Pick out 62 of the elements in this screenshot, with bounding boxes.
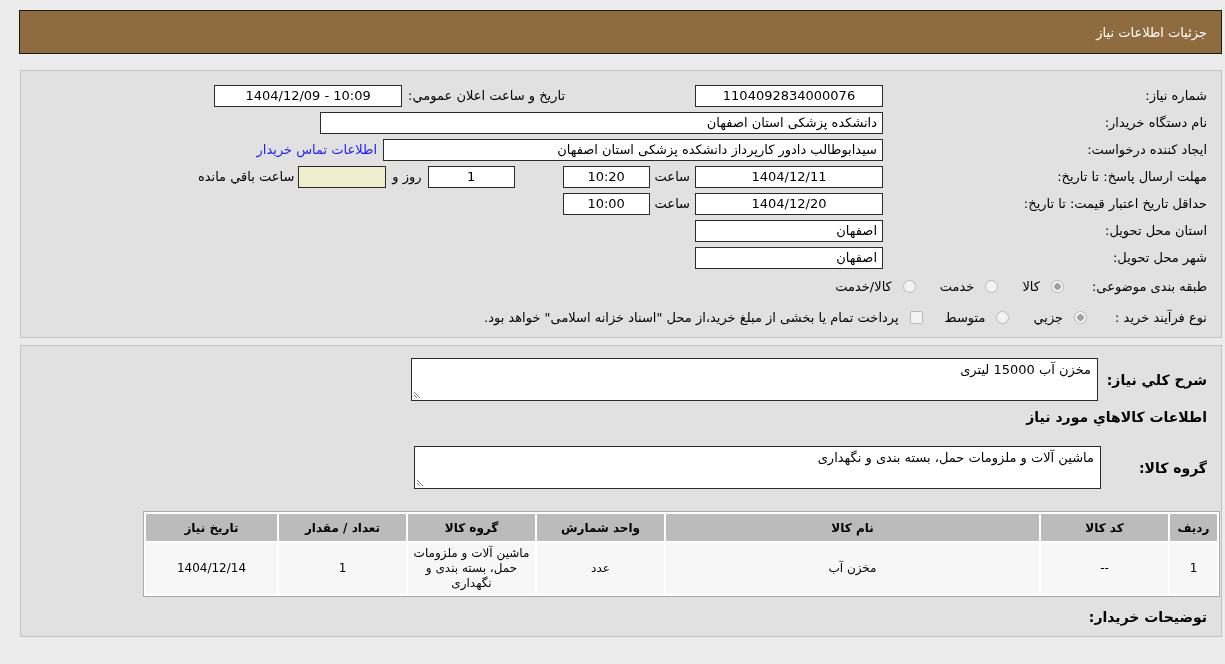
contact-link[interactable]: اطلاعات تماس خريدار xyxy=(256,142,377,157)
time-field[interactable]: 10:00 xyxy=(562,192,650,215)
description-field[interactable]: مخزن آب 15000 لیتری xyxy=(411,358,1098,401)
page-title: جزئيات اطلاعات نياز xyxy=(1096,24,1207,40)
announcement-date-field[interactable]: 1404/12/09 - 10:09 xyxy=(214,84,403,107)
table-cell: 1 xyxy=(1170,543,1217,594)
section-title: اطلاعات کالاهاي مورد نياز xyxy=(1026,409,1207,425)
checkbox[interactable] xyxy=(909,311,923,324)
column-header: واحد شمارش xyxy=(537,514,664,541)
table-cell: 1 xyxy=(279,543,406,594)
radio-label: جزيي xyxy=(1033,310,1064,325)
hours-field[interactable] xyxy=(298,165,387,188)
column-header: گروه کالا xyxy=(408,514,535,541)
city-field[interactable]: اصفهان xyxy=(695,246,883,269)
field-label: شماره نياز: xyxy=(1144,88,1207,103)
column-header: تعداد / مقدار xyxy=(279,514,406,541)
buyer-name-field[interactable]: دانشکده پزشکی استان اصفهان xyxy=(320,111,883,134)
goods-group-field[interactable]: ماشين آلات و ملزومات حمل، بسته بندی و نگهداری xyxy=(414,446,1101,489)
checkbox-label: پرداخت تمام يا بخشی از مبلغ خريد،از محل "اسناد خزانه اسلامی" خواهد بود. xyxy=(484,310,899,325)
field-label: روز و xyxy=(390,169,423,184)
field-label: طبقه بندی موضوعی: xyxy=(1091,279,1207,294)
field-label: حداقل تاريخ اعتبار قيمت: تا تاريخ: xyxy=(1022,196,1207,211)
field-label: ساعت xyxy=(653,196,691,211)
radio-button[interactable] xyxy=(996,311,1010,324)
days-field[interactable]: 1 xyxy=(427,165,515,188)
radio-label: خدمت xyxy=(939,279,975,294)
radio-button[interactable] xyxy=(985,280,999,293)
table-cell: عدد xyxy=(537,543,664,594)
radio-button[interactable] xyxy=(1074,311,1088,324)
field-label: ساعت باقي مانده xyxy=(196,169,296,184)
need-number-field[interactable]: 1104092834000076 xyxy=(695,84,883,107)
field-label: نام دستگاه خريدار: xyxy=(1103,115,1207,130)
table-cell: ماشين آلات و ملزومات حمل، بسته بندی و نگهداری xyxy=(408,543,535,594)
requester-field[interactable]: سيدابوطالب دادور کارپرداز دانشکده پزشکی استان اصفهان xyxy=(383,138,883,161)
table-cell: مخزن آب xyxy=(666,543,1039,594)
field-label: ساعت xyxy=(653,169,691,184)
field-label: استان محل تحويل: xyxy=(1104,223,1207,238)
resize-grip-icon[interactable] xyxy=(417,479,424,486)
radio-button[interactable] xyxy=(902,280,916,293)
column-header: کد کالا xyxy=(1041,514,1168,541)
date-field[interactable]: 1404/12/11 xyxy=(695,165,883,188)
field-label: گروه کالا: xyxy=(1137,459,1207,476)
field-label: مهلت ارسال پاسخ: تا تاريخ: xyxy=(1056,169,1207,184)
radio-label: کالا/خدمت xyxy=(835,279,892,294)
field-label: تاريخ و ساعت اعلان عمومي: xyxy=(407,88,566,103)
field-label: توضيحات خريدار: xyxy=(1088,609,1207,625)
field-label: شهر محل تحويل: xyxy=(1111,250,1207,265)
field-label: نوع فرآيند خريد : xyxy=(1115,310,1207,325)
resize-grip-icon[interactable] xyxy=(414,391,421,398)
column-header: رديف xyxy=(1170,514,1217,541)
time-field[interactable]: 10:20 xyxy=(562,165,650,188)
radio-label: کالا xyxy=(1022,279,1040,294)
radio-label: متوسط xyxy=(944,310,986,325)
table-cell: -- xyxy=(1041,543,1168,594)
province-field[interactable]: اصفهان xyxy=(695,219,883,242)
field-label: شرح کلي نياز: xyxy=(1105,371,1207,388)
column-header: تاريخ نياز xyxy=(146,514,277,541)
column-header: نام کالا xyxy=(666,514,1039,541)
field-label: ايجاد کننده درخواست: xyxy=(1086,142,1207,157)
date-field[interactable]: 1404/12/20 xyxy=(695,192,883,215)
radio-button[interactable] xyxy=(1050,280,1064,293)
table-cell: 1404/12/14 xyxy=(146,543,277,594)
